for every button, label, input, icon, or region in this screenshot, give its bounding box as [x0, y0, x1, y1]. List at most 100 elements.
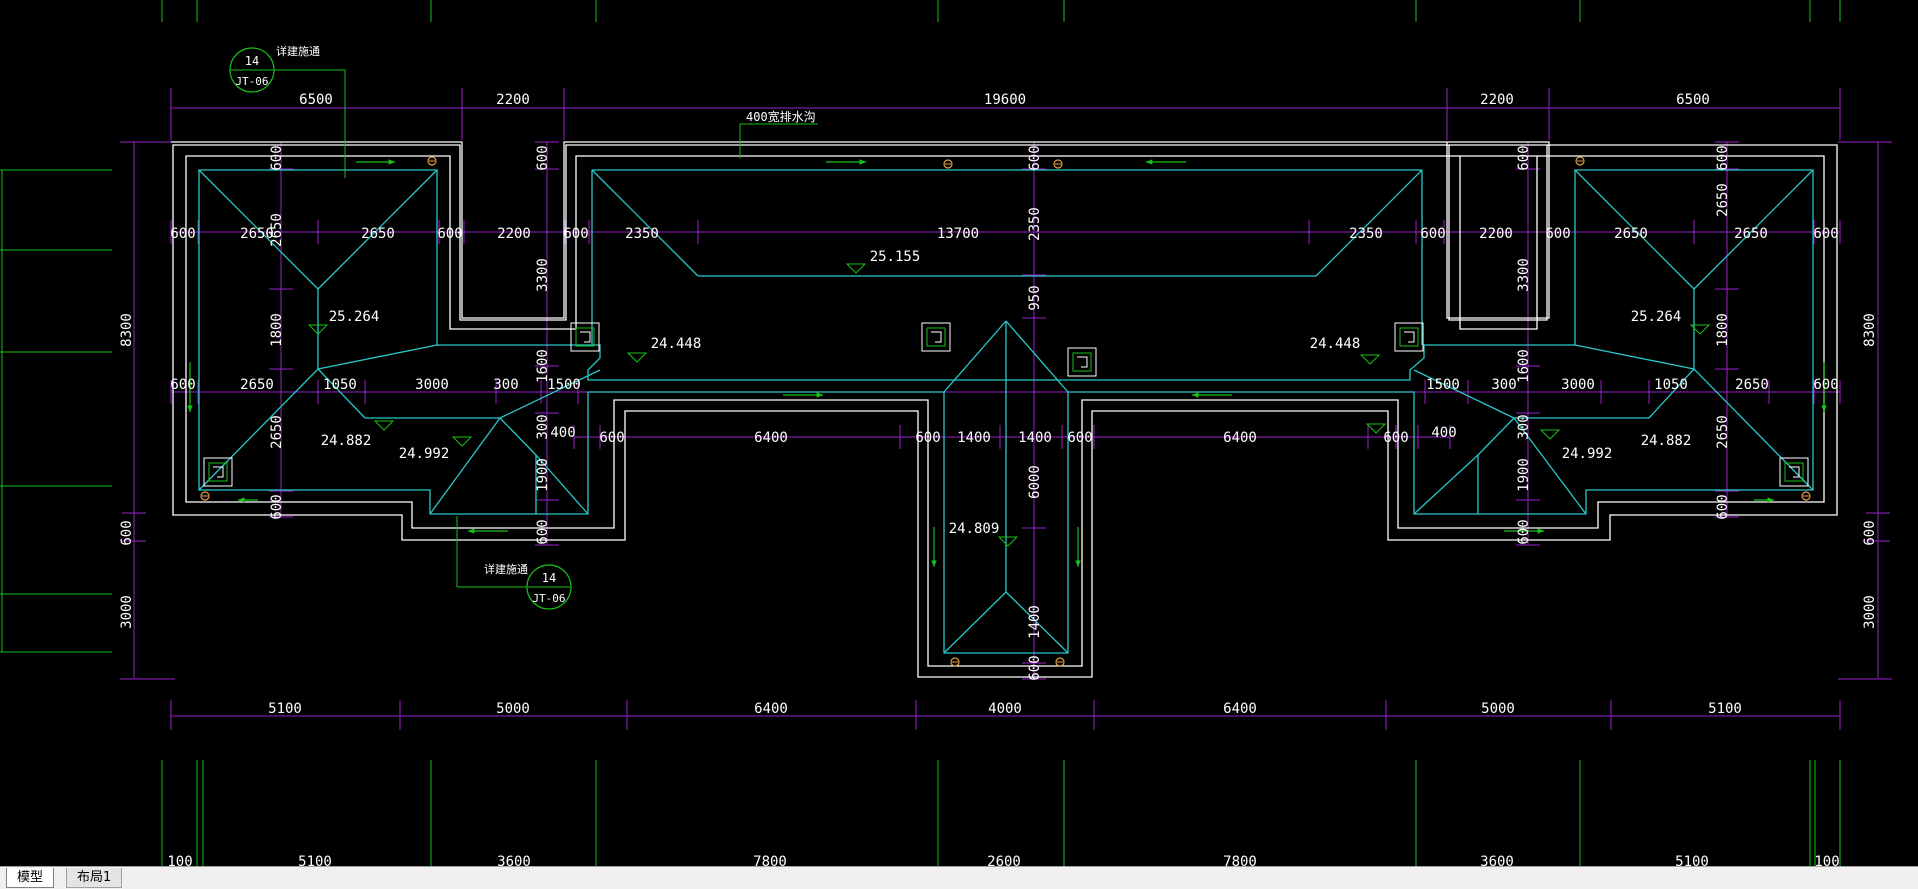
detail-callout-number: 14	[542, 571, 556, 585]
inner-dimension-text: 1400	[957, 430, 991, 446]
rainwater-outlet-icon	[950, 657, 960, 667]
elevation-text: 24.809	[949, 521, 1000, 537]
inner-dimension-text: 600	[1813, 377, 1838, 393]
inner-dimension-text: 600	[535, 145, 551, 170]
roof-drain-icon	[1779, 457, 1809, 487]
inner-dimension-text: 2200	[1479, 226, 1513, 242]
elevation-text: 24.992	[399, 446, 450, 462]
axis-dimension-text: 100	[1814, 854, 1839, 866]
rainwater-outlet-icon	[1055, 657, 1065, 667]
inner-dimension-text: 600	[1813, 226, 1838, 242]
elevation-marker-icon	[373, 420, 395, 431]
top-dimension-text: 2200	[496, 92, 530, 108]
inner-dimension-text: 1600	[535, 349, 551, 383]
arrow-head	[187, 405, 193, 412]
inner-dimension-text: 600	[1067, 430, 1092, 446]
drain-box	[570, 322, 600, 352]
hip-line	[1574, 344, 1695, 370]
roof-drain-icon	[570, 322, 600, 352]
inner-dimension-text: 600	[269, 145, 285, 170]
axis-dimension-text: 7800	[1223, 854, 1257, 866]
inner-dimension-text: 1050	[323, 377, 357, 393]
drain-glyph	[1404, 331, 1415, 343]
inner-dimension-text: 1900	[1516, 458, 1532, 492]
hip-line	[317, 344, 438, 370]
layout-tab-bar: 模型 布局1	[0, 866, 1918, 889]
tab-layout1[interactable]: 布局1	[66, 868, 123, 888]
roof-outline	[171, 141, 1838, 678]
inner-dimension-text: 2650	[1715, 183, 1731, 217]
rainwater-outlet-icon	[200, 491, 210, 501]
inner-dimension-text: 2350	[1027, 207, 1043, 241]
right-dimension-text: 3000	[1862, 595, 1878, 629]
elevation-marker-icon	[997, 536, 1019, 547]
inner-dimension-text: 600	[1027, 655, 1043, 680]
arrow-head	[388, 159, 395, 165]
bottom-dimension-text: 5100	[268, 701, 302, 717]
inner-dimension-text: 600	[437, 226, 462, 242]
elevation-text: 24.448	[651, 336, 702, 352]
drain-inner	[575, 327, 595, 347]
axis-dimension-text: 5100	[1675, 854, 1709, 866]
arrow-head	[1537, 528, 1544, 534]
inner-dimension-text: 600	[1420, 226, 1445, 242]
drainage-arrow-icon	[931, 527, 937, 567]
bottom-dimension-text: 5000	[496, 701, 530, 717]
roof-drain-icon	[1067, 347, 1097, 377]
tab-layout1-label: 布局1	[77, 870, 112, 885]
roof-plan-drawing[interactable]: 14 JT-06 详建施通 14 JT-06 详建施通 6500 2200 19600 2200 6…	[0, 0, 1918, 866]
elevation-text: 24.882	[1641, 433, 1692, 449]
elevation-marker-icon	[451, 436, 473, 447]
inner-dimension-text: 400	[550, 425, 575, 441]
inner-dimension-text: 600	[1516, 519, 1532, 544]
rainwater-outlet-icon	[943, 159, 953, 169]
inner-dimension-text: 2650	[1735, 377, 1769, 393]
drain-box	[1067, 347, 1097, 377]
arrow-head	[1146, 159, 1153, 165]
inner-dimension-text: 1600	[1516, 349, 1532, 383]
tab-model-label: 模型	[17, 870, 44, 885]
tab-model[interactable]: 模型	[6, 868, 55, 888]
detail-callout-sheet: JT-06	[235, 75, 268, 88]
top-dimension-text: 2200	[1480, 92, 1514, 108]
inner-dimension-text: 600	[1545, 226, 1570, 242]
axis-dimension-text: 5100	[298, 854, 332, 866]
inner-dimension-text: 2650	[1734, 226, 1768, 242]
inner-dimension-text: 3300	[1516, 258, 1532, 292]
inner-dimension-text: 6400	[1223, 430, 1257, 446]
drain-glyph	[213, 466, 224, 478]
inner-dimension-text: 3000	[415, 377, 449, 393]
hip-line	[943, 320, 1007, 393]
elevation-text: 24.448	[1310, 336, 1361, 352]
elevation-text: 24.882	[321, 433, 372, 449]
drain-inner	[208, 462, 228, 482]
inner-dimension-text: 1400	[1018, 430, 1052, 446]
roof-outline	[172, 144, 1838, 678]
inner-dimension-text: 1400	[1027, 605, 1043, 639]
bottom-dimension-text: 5000	[1481, 701, 1515, 717]
inner-dimension-text: 400	[1431, 425, 1456, 441]
inner-dimension-text: 2650	[1715, 415, 1731, 449]
hip-line	[1477, 417, 1515, 456]
hip-line	[943, 591, 1007, 654]
rainwater-outlet-icon	[1575, 156, 1585, 166]
bottom-dimension-text: 5100	[1708, 701, 1742, 717]
inner-dimension-text: 2650	[361, 226, 395, 242]
inner-dimension-text: 2350	[1349, 226, 1383, 242]
inner-dimension-text: 2200	[497, 226, 531, 242]
hip-line	[499, 417, 537, 456]
hip-line	[429, 417, 501, 515]
drawing-labels: 14 JT-06 详建施通 14 JT-06 详建施通 6500 2200 19600 2200 6…	[119, 44, 1878, 866]
detail-callout-number: 14	[245, 54, 259, 68]
hip-line	[1413, 454, 1479, 515]
elevation-marker-icon	[626, 352, 648, 363]
rainwater-outlet-icon	[1801, 491, 1811, 501]
drain-inner	[1784, 462, 1804, 482]
inner-dimension-text: 1500	[547, 377, 581, 393]
elevation-text: 25.264	[329, 309, 380, 325]
drain-glyph	[1789, 466, 1800, 478]
drain-inner	[1399, 327, 1419, 347]
inner-dimension-text: 300	[1491, 377, 1516, 393]
elevation-marker-icon	[1539, 429, 1561, 440]
inner-dimension-text: 2650	[269, 415, 285, 449]
